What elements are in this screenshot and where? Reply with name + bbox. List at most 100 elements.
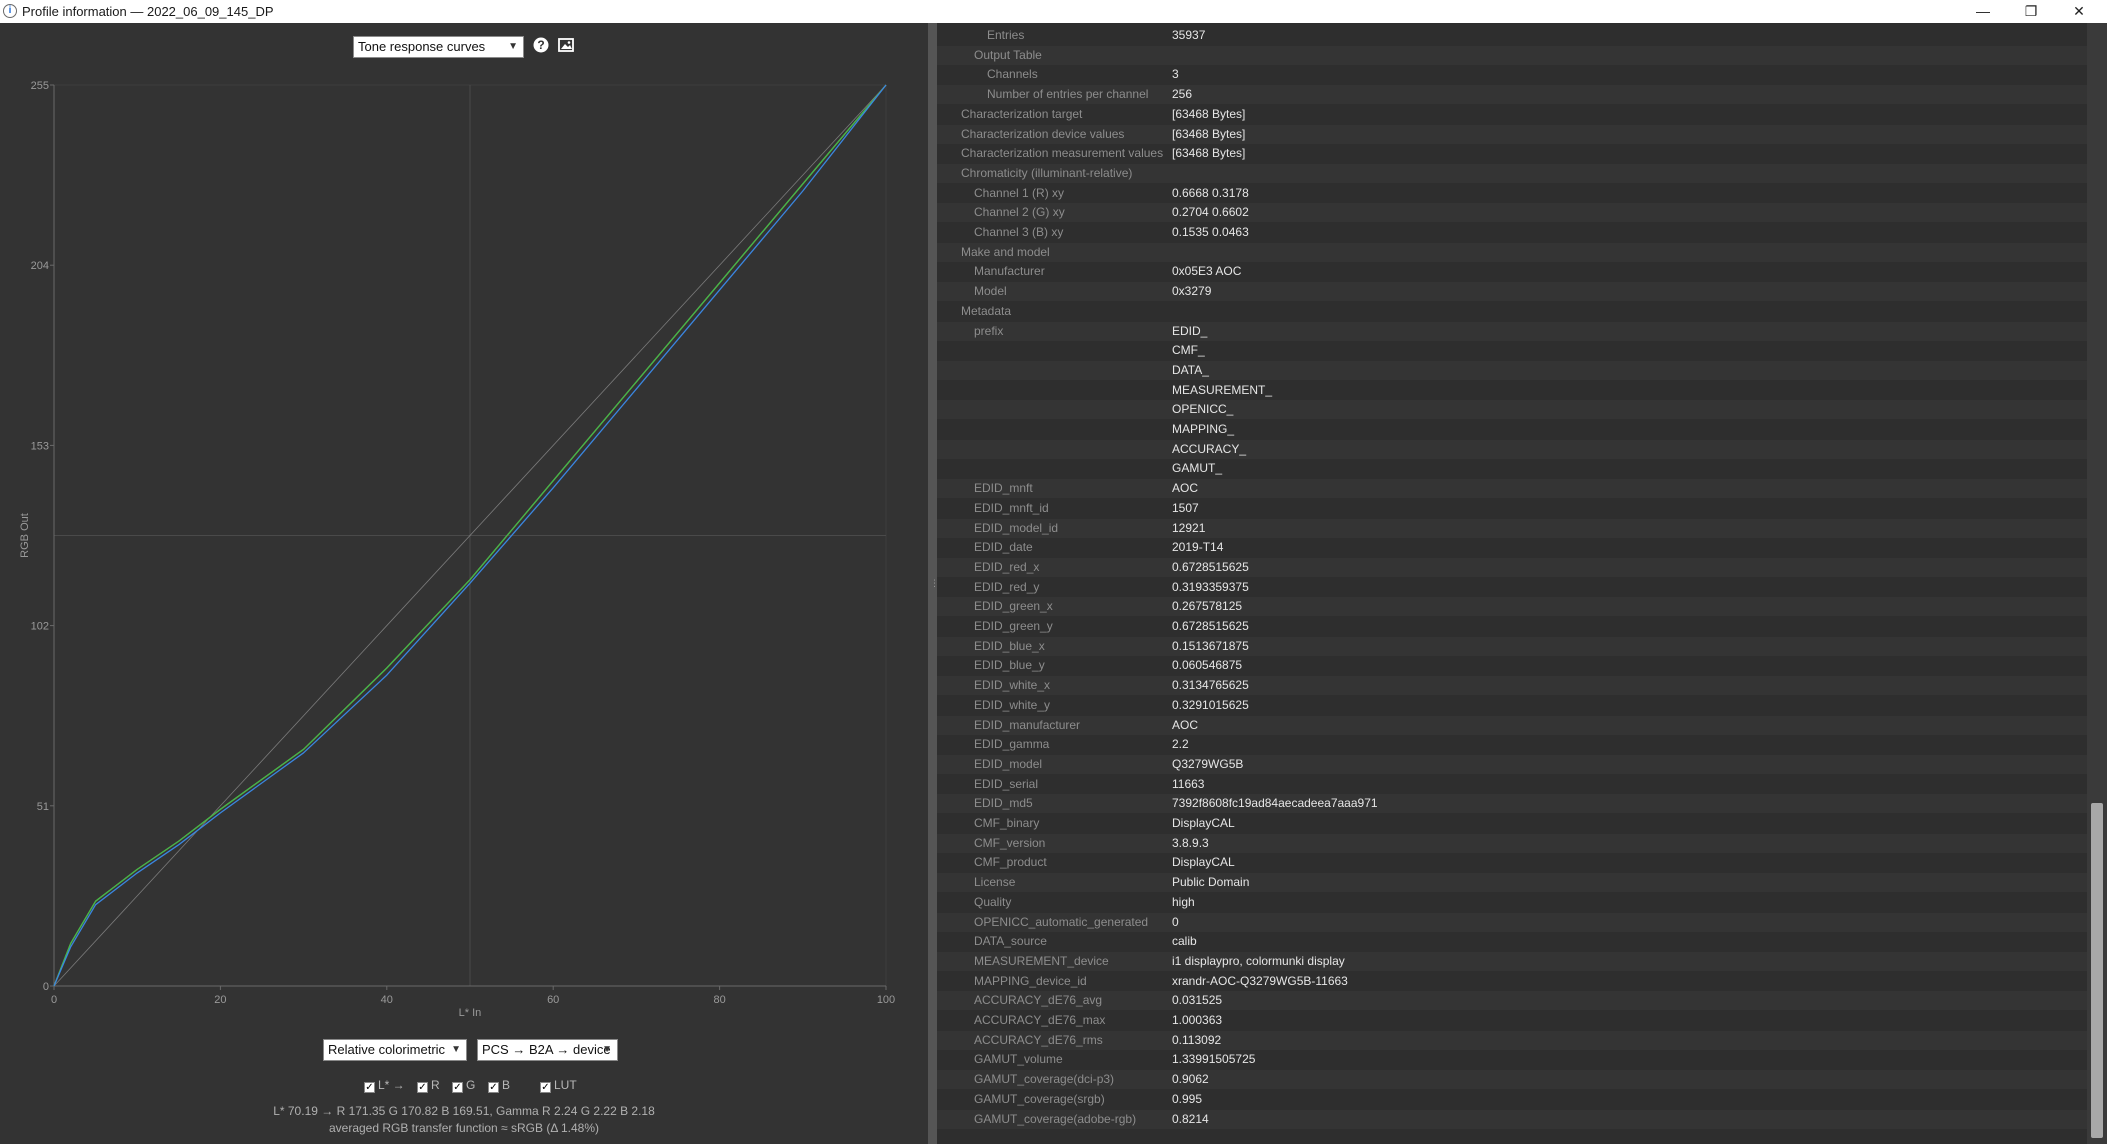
table-row[interactable]: GAMUT_coverage(dci-p3) 0.9062 [937, 1070, 2087, 1090]
checkbox-b[interactable]: ✓ B [488, 1078, 510, 1093]
checkbox-g[interactable]: ✓ G [452, 1078, 475, 1093]
checkbox-lut[interactable]: ✓ LUT [540, 1078, 577, 1093]
row-value: DisplayCAL [1172, 855, 1235, 870]
row-value: 2019-T14 [1172, 540, 1224, 555]
row-key: Model [974, 284, 1007, 299]
table-row[interactable]: Metadata [937, 302, 2087, 321]
table-row[interactable]: MAPPING_device_id xrandr-AOC-Q3279WG5B-11… [937, 972, 2087, 991]
table-row[interactable]: ACCURACY_ [937, 439, 2087, 459]
row-value: 0x3279 [1172, 284, 1212, 299]
table-row[interactable]: EDID_green_x 0.267578125 [937, 597, 2087, 617]
minimize-button[interactable]: — [1960, 0, 2006, 23]
transfer-function-summary: averaged RGB transfer function ≈ sRGB (Δ… [328, 1121, 600, 1135]
row-value: 12921 [1172, 520, 1206, 535]
scrollbar-thumb[interactable] [2091, 803, 2103, 1138]
table-row[interactable]: ACCURACY_dE76_max 1.000363 [937, 1011, 2087, 1030]
table-row[interactable]: EDID_blue_y 0.060546875 [937, 656, 2087, 675]
rendering-intent-select[interactable]: Relative colorimetric ▼ [323, 1039, 467, 1061]
table-row[interactable]: EDID_red_x 0.6728515625 [937, 557, 2087, 577]
table-row[interactable]: OPENICC_automatic_generated 0 [937, 912, 2087, 932]
row-value: 0.995 [1172, 1091, 1203, 1106]
table-row[interactable]: EDID_green_y 0.6728515625 [937, 617, 2087, 636]
table-row[interactable]: Entries 35937 [937, 26, 2087, 45]
table-row[interactable]: EDID_md5 7392f8608fc19ad84aecadeea7aaa971 [937, 794, 2087, 814]
curve-readout: L* 70.19 → R 171.35 G 170.82 B 169.51, G… [273, 1104, 655, 1118]
row-value: DisplayCAL [1172, 816, 1235, 830]
table-row[interactable]: Output Table [937, 45, 2087, 65]
table-row[interactable]: Chromaticity (illuminant-relative) [937, 163, 2087, 183]
row-value: Public Domain [1172, 875, 1250, 890]
table-row[interactable]: Channels 3 [937, 65, 2087, 84]
restore-button[interactable]: ❐ [2008, 0, 2054, 23]
title-bar: i Profile information — 2022_06_09_145_D… [0, 0, 2107, 23]
table-row[interactable]: CMF_binary DisplayCAL [937, 814, 2087, 833]
table-row[interactable]: EDID_white_x 0.3134765625 [937, 676, 2087, 696]
table-row[interactable]: Quality high [937, 893, 2087, 912]
table-row[interactable]: Characterization measurement values [6346… [937, 144, 2087, 163]
table-row[interactable]: MEASUREMENT_device i1 displaypro, colormu… [937, 951, 2087, 971]
row-value: 0.113092 [1172, 1032, 1222, 1047]
close-button[interactable]: ✕ [2056, 0, 2102, 23]
table-row[interactable]: EDID_manufacturer AOC [937, 715, 2087, 735]
table-row[interactable]: EDID_gamma 2.2 [937, 735, 2087, 754]
row-key: Manufacturer [974, 264, 1045, 279]
table-row[interactable]: GAMUT_coverage(srgb) 0.995 [937, 1090, 2087, 1109]
table-row[interactable]: ACCURACY_dE76_rms 0.113092 [937, 1030, 2087, 1050]
table-row[interactable]: prefix EDID_ [937, 321, 2087, 341]
table-row[interactable]: DATA_ [937, 360, 2087, 380]
direction-select[interactable]: PCS → B2A → device ▼ [477, 1039, 618, 1061]
profile-info-table[interactable]: Entries 35937 Output Table Channels 3 Number … [937, 23, 2087, 1144]
table-row[interactable]: ACCURACY_dE76_avg 0.031525 [937, 991, 2087, 1011]
table-row[interactable]: License Public Domain [937, 873, 2087, 893]
row-value: 0.3134765625 [1172, 678, 1249, 693]
row-key: DATA_source [974, 934, 1047, 949]
table-row[interactable]: Channel 1 (R) xy 0.6668 0.3178 [937, 184, 2087, 203]
row-value: 35937 [1172, 28, 1206, 42]
table-row[interactable]: EDID_white_y 0.3291015625 [937, 696, 2087, 715]
table-row[interactable]: EDID_model Q3279WG5B [937, 754, 2087, 774]
row-key: Number of entries per channel [987, 87, 1149, 102]
table-row[interactable]: OPENICC_ [937, 400, 2087, 420]
y-axis-label: RGB Out [19, 513, 31, 558]
row-value: 0.031525 [1172, 993, 1223, 1008]
table-row[interactable]: Make and model [937, 242, 2087, 262]
row-key: EDID_manufacturer [974, 717, 1081, 732]
table-row[interactable]: EDID_serial 11663 [937, 775, 2087, 794]
checkbox-r[interactable]: ✓ R [417, 1078, 440, 1093]
row-key: CMF_binary [974, 816, 1040, 830]
row-key: EDID_serial [974, 776, 1039, 791]
row-value: 0.2704 0.6602 [1172, 205, 1249, 220]
row-value: high [1172, 894, 1195, 909]
table-row[interactable]: MEASUREMENT_ [937, 381, 2087, 400]
splitter-handle[interactable]: ⋮ [928, 23, 939, 1144]
chevron-down-icon: ▼ [451, 1044, 461, 1055]
table-row[interactable]: EDID_red_y 0.3193359375 [937, 578, 2087, 597]
table-row[interactable]: GAMUT_coverage(adobe-rgb) 0.8214 [937, 1109, 2087, 1129]
table-row[interactable]: MAPPING_ [937, 420, 2087, 439]
table-row[interactable]: CMF_ [937, 341, 2087, 360]
table-row[interactable]: Channel 2 (G) xy 0.2704 0.6602 [937, 203, 2087, 223]
table-row[interactable]: Channel 3 (B) xy 0.1535 0.0463 [937, 223, 2087, 242]
table-row[interactable]: DATA_source calib [937, 932, 2087, 951]
row-value: 1.000363 [1172, 1013, 1223, 1027]
table-row[interactable]: Manufacturer 0x05E3 AOC [937, 262, 2087, 281]
table-row[interactable]: EDID_date 2019-T14 [937, 538, 2087, 557]
table-row[interactable]: Characterization device values [63468 Byt… [937, 124, 2087, 144]
table-row[interactable]: EDID_model_id 12921 [937, 518, 2087, 538]
row-key: prefix [974, 323, 1004, 338]
checkbox-lstar[interactable]: ✓ L* → [364, 1078, 405, 1093]
table-row[interactable]: CMF_product DisplayCAL [937, 853, 2087, 872]
row-key: ACCURACY_dE76_rms [974, 1032, 1103, 1047]
table-row[interactable]: Number of entries per channel 256 [937, 85, 2087, 105]
x-tick-label: 20 [214, 994, 226, 1006]
table-row[interactable]: EDID_mnft_id 1507 [937, 499, 2087, 518]
row-value: [63468 Bytes] [1172, 126, 1246, 141]
table-row[interactable]: GAMUT_ [937, 459, 2087, 478]
table-row[interactable]: EDID_mnft AOC [937, 479, 2087, 499]
row-key: GAMUT_coverage(srgb) [974, 1091, 1105, 1106]
table-row[interactable]: EDID_blue_x 0.1513671875 [937, 636, 2087, 656]
table-row[interactable]: Characterization target [63468 Bytes] [937, 105, 2087, 124]
table-row[interactable]: Model 0x3279 [937, 282, 2087, 302]
table-row[interactable]: CMF_version 3.8.9.3 [937, 833, 2087, 853]
table-row[interactable]: GAMUT_volume 1.33991505725 [937, 1050, 2087, 1069]
